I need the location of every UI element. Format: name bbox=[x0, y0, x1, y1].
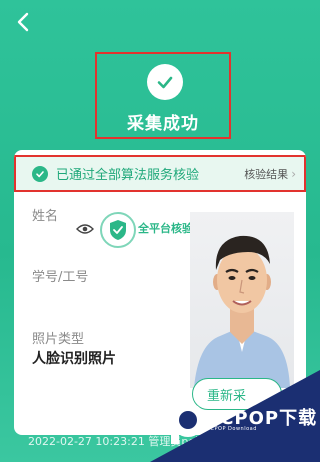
photo-type-value: 人脸识别照片 bbox=[32, 351, 116, 367]
success-status: 采集成功 bbox=[95, 52, 231, 139]
eye-icon[interactable] bbox=[76, 223, 94, 235]
verification-result-link[interactable]: 核验结果 › bbox=[244, 166, 296, 182]
id-label: 学号/工号 bbox=[32, 270, 89, 285]
verification-message: 已通过全部算法服务核验 bbox=[56, 168, 200, 183]
chevron-right-icon: › bbox=[291, 166, 296, 181]
face-photo[interactable] bbox=[190, 212, 294, 388]
watermark-subtext: PCPOP Download bbox=[207, 426, 257, 432]
success-title: 采集成功 bbox=[127, 114, 199, 134]
check-icon bbox=[147, 64, 183, 100]
name-label: 姓名 bbox=[32, 209, 59, 224]
chevron-left-icon bbox=[17, 12, 29, 32]
verification-bar[interactable]: 已通过全部算法服务核验 核验结果 › bbox=[14, 155, 306, 192]
photo-type-label: 照片类型 bbox=[32, 332, 85, 347]
result-link-label: 核验结果 bbox=[244, 167, 289, 181]
back-button[interactable] bbox=[12, 10, 36, 34]
shield-check-icon bbox=[100, 212, 136, 248]
check-circle-icon bbox=[32, 165, 48, 182]
